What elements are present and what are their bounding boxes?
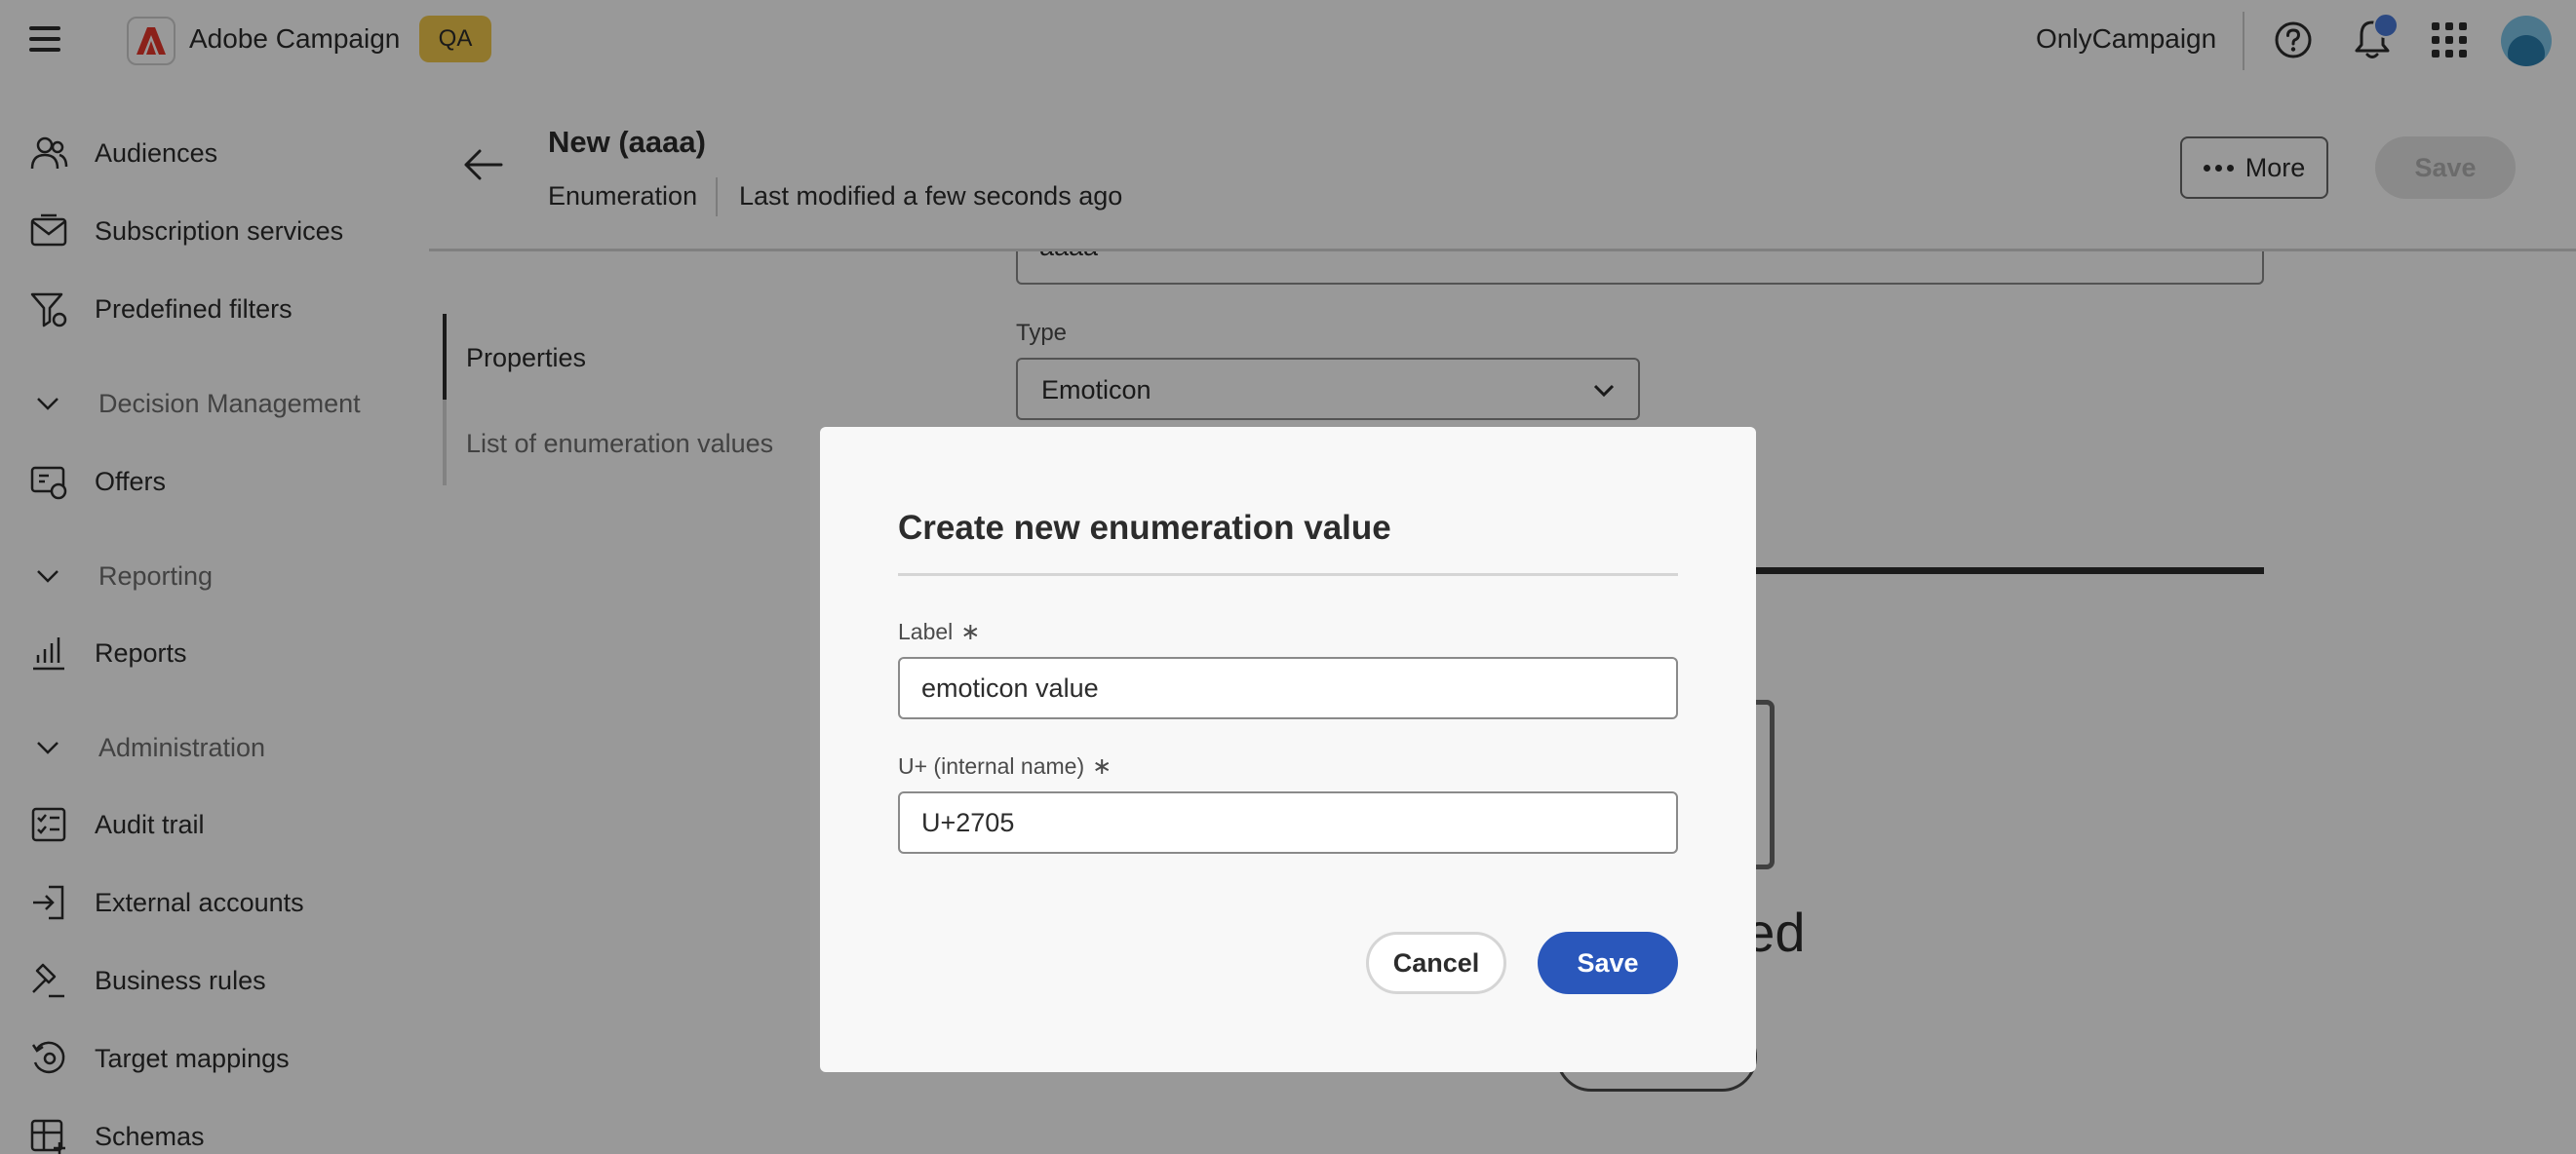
label-input[interactable]	[898, 657, 1678, 719]
required-marker: ∗	[960, 619, 981, 645]
save-button[interactable]: Save	[1538, 932, 1678, 994]
cancel-button[interactable]: Cancel	[1366, 932, 1506, 994]
label-field-label-text: Label	[898, 619, 954, 644]
internal-name-field-label-text: U+ (internal name)	[898, 753, 1085, 779]
dialog-title: Create new enumeration value	[898, 509, 1391, 547]
internal-name-field-label: U+ (internal name) ∗	[898, 752, 1112, 781]
label-field-label: Label ∗	[898, 618, 980, 646]
required-marker: ∗	[1092, 753, 1112, 780]
dialog-divider	[898, 573, 1678, 576]
create-enumeration-value-dialog: Create new enumeration value Label∗ U+ (…	[820, 427, 1756, 1072]
internal-name-input[interactable]	[898, 791, 1678, 854]
